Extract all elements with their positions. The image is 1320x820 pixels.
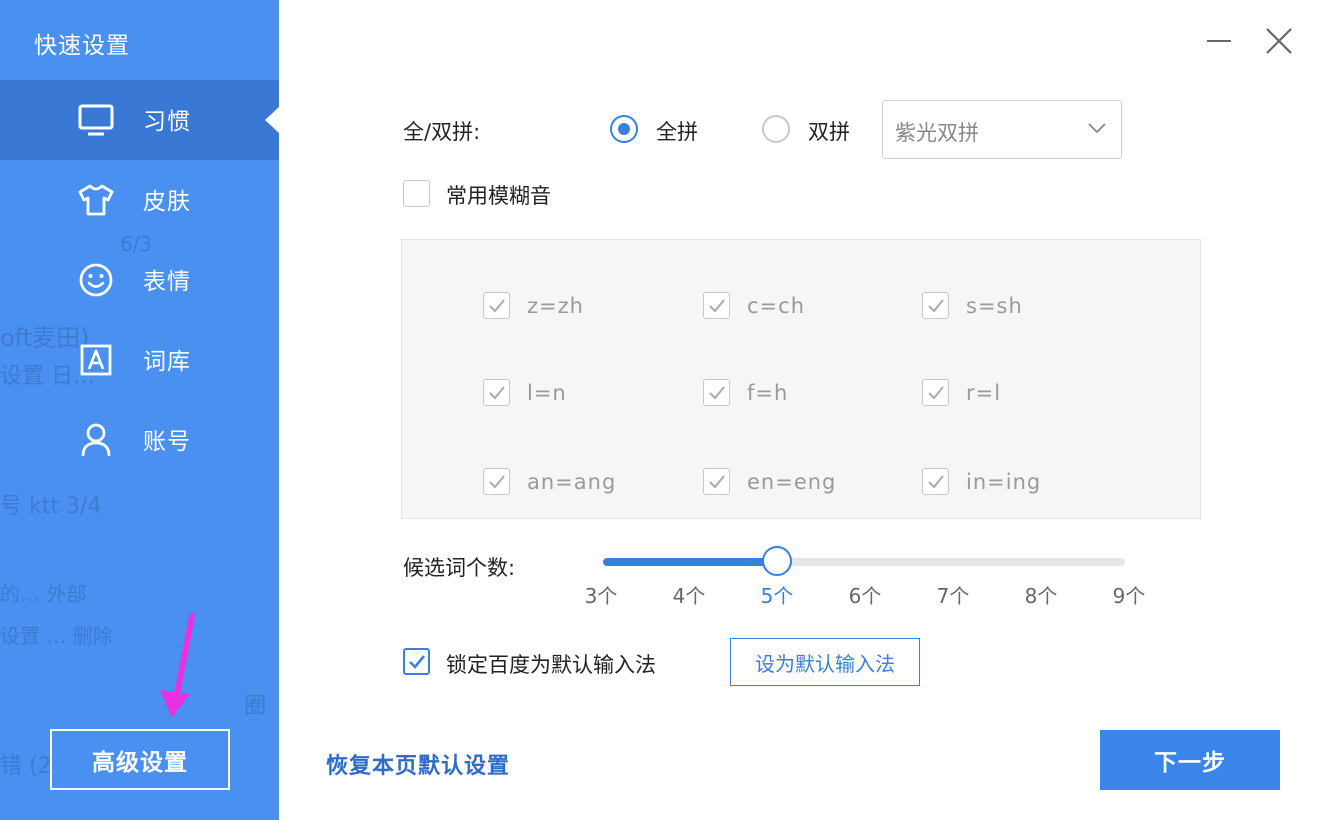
background-ghost-text: 圈: [244, 694, 267, 719]
chevron-down-icon: [1088, 123, 1106, 134]
fuzzy-option-label: f=h: [747, 380, 789, 405]
pink-arrow-annotation: [160, 613, 195, 718]
fuzzy-option-label: l=n: [527, 380, 567, 405]
fuzzy-option-c-ch[interactable]: c=ch: [703, 292, 805, 319]
fuzzy-option-in-ing[interactable]: in=ing: [922, 468, 1041, 495]
sidebar: 6/3 oft麦田) 设置 日… 号 ktt 3/4 的… 外部 设置 … 删除…: [0, 0, 279, 820]
sidebar-item-emoji[interactable]: 表情: [0, 240, 279, 320]
check-icon: [928, 475, 944, 489]
double-pinyin-radio[interactable]: [762, 115, 790, 143]
double-pinyin-label: 双拼: [808, 120, 850, 144]
fuzzy-option-l-n[interactable]: l=n: [483, 379, 567, 406]
checkbox[interactable]: [483, 379, 510, 406]
fuzzy-option-en-eng[interactable]: en=eng: [703, 468, 836, 495]
sidebar-title: 快速设置: [34, 33, 130, 59]
slider-tick: 9个: [1112, 584, 1146, 608]
sidebar-item-label: 习惯: [143, 109, 191, 135]
smiley-icon: [76, 260, 116, 300]
fuzzy-option-label: c=ch: [747, 293, 805, 318]
background-ghost-text: 错 (2: [0, 754, 52, 779]
fuzzy-sound-label: 常用模糊音: [446, 184, 551, 208]
set-default-ime-button[interactable]: 设为默认输入法: [730, 638, 920, 686]
select-value: 紫光双拼: [895, 121, 979, 145]
check-icon: [928, 299, 944, 313]
slider-tick: 3个: [584, 584, 618, 608]
background-ghost-text: 设置 … 删除: [0, 624, 113, 648]
slider-tick: 4个: [672, 584, 706, 608]
sidebar-item-label: 账号: [143, 429, 191, 455]
fuzzy-sound-panel: z=zh c=ch s=sh l=n f=h r=l an=ang en=eng…: [401, 239, 1201, 519]
advanced-settings-button[interactable]: 高级设置: [50, 729, 230, 790]
sidebar-item-account[interactable]: 账号: [0, 400, 279, 480]
fuzzy-option-s-sh[interactable]: s=sh: [922, 292, 1023, 319]
slider-tick: 6个: [848, 584, 882, 608]
checkbox[interactable]: [922, 468, 949, 495]
monitor-icon: [76, 100, 116, 140]
checkbox[interactable]: [703, 468, 730, 495]
slider-tick: 5个: [760, 584, 794, 608]
sidebar-item-label: 词库: [143, 349, 191, 375]
lock-default-checkbox[interactable]: [403, 648, 430, 675]
checkbox[interactable]: [483, 468, 510, 495]
letter-a-icon: [76, 340, 116, 380]
minimize-button[interactable]: [1205, 24, 1235, 56]
close-button[interactable]: [1262, 24, 1296, 58]
check-icon: [709, 386, 725, 400]
slider-thumb[interactable]: [762, 546, 792, 576]
slider-fill: [603, 558, 777, 566]
pinyin-mode-label: 全/双拼:: [403, 120, 481, 144]
sidebar-item-label: 皮肤: [143, 189, 191, 215]
check-icon: [489, 386, 505, 400]
fuzzy-option-label: z=zh: [527, 293, 584, 318]
fuzzy-option-label: in=ing: [966, 469, 1042, 494]
slider-tick: 8个: [1024, 584, 1058, 608]
background-ghost-text: 号 ktt 3/4: [0, 494, 102, 519]
check-icon: [489, 475, 505, 489]
checkbox[interactable]: [703, 292, 730, 319]
lock-default-label: 锁定百度为默认输入法: [446, 653, 656, 677]
fuzzy-sound-checkbox[interactable]: [403, 180, 430, 207]
fuzzy-option-label: s=sh: [966, 293, 1023, 318]
checkbox[interactable]: [483, 292, 510, 319]
next-step-button[interactable]: 下一步: [1100, 730, 1280, 790]
checkbox[interactable]: [922, 292, 949, 319]
fuzzy-option-label: en=eng: [747, 469, 837, 494]
candidate-count-slider[interactable]: [603, 546, 1125, 576]
checkbox[interactable]: [922, 379, 949, 406]
close-icon: [1266, 28, 1292, 54]
checkbox[interactable]: [703, 379, 730, 406]
sidebar-item-skin[interactable]: 皮肤: [0, 160, 279, 240]
full-pinyin-label: 全拼: [656, 120, 698, 144]
restore-defaults-link[interactable]: 恢复本页默认设置: [326, 748, 510, 780]
check-icon: [709, 299, 725, 313]
background-ghost-text: 的… 外部: [0, 582, 87, 606]
check-icon: [409, 655, 426, 669]
slider-tick: 7个: [936, 584, 970, 608]
check-icon: [489, 299, 505, 313]
user-icon: [76, 420, 116, 460]
sidebar-item-lexicon[interactable]: 词库: [0, 320, 279, 400]
active-indicator: [265, 107, 279, 133]
fuzzy-option-label: an=ang: [527, 469, 617, 494]
fuzzy-option-an-ang[interactable]: an=ang: [483, 468, 616, 495]
fuzzy-option-f-h[interactable]: f=h: [703, 379, 788, 406]
tshirt-icon: [76, 180, 116, 220]
fuzzy-option-z-zh[interactable]: z=zh: [483, 292, 584, 319]
full-pinyin-radio[interactable]: [610, 115, 638, 143]
sidebar-item-habits[interactable]: 习惯: [0, 80, 279, 160]
double-pinyin-scheme-select[interactable]: 紫光双拼: [882, 100, 1122, 159]
fuzzy-option-label: r=l: [966, 380, 1002, 405]
check-icon: [928, 386, 944, 400]
sidebar-item-label: 表情: [143, 269, 191, 295]
fuzzy-option-r-l[interactable]: r=l: [922, 379, 1001, 406]
candidate-count-label: 候选词个数:: [403, 556, 516, 580]
check-icon: [709, 475, 725, 489]
